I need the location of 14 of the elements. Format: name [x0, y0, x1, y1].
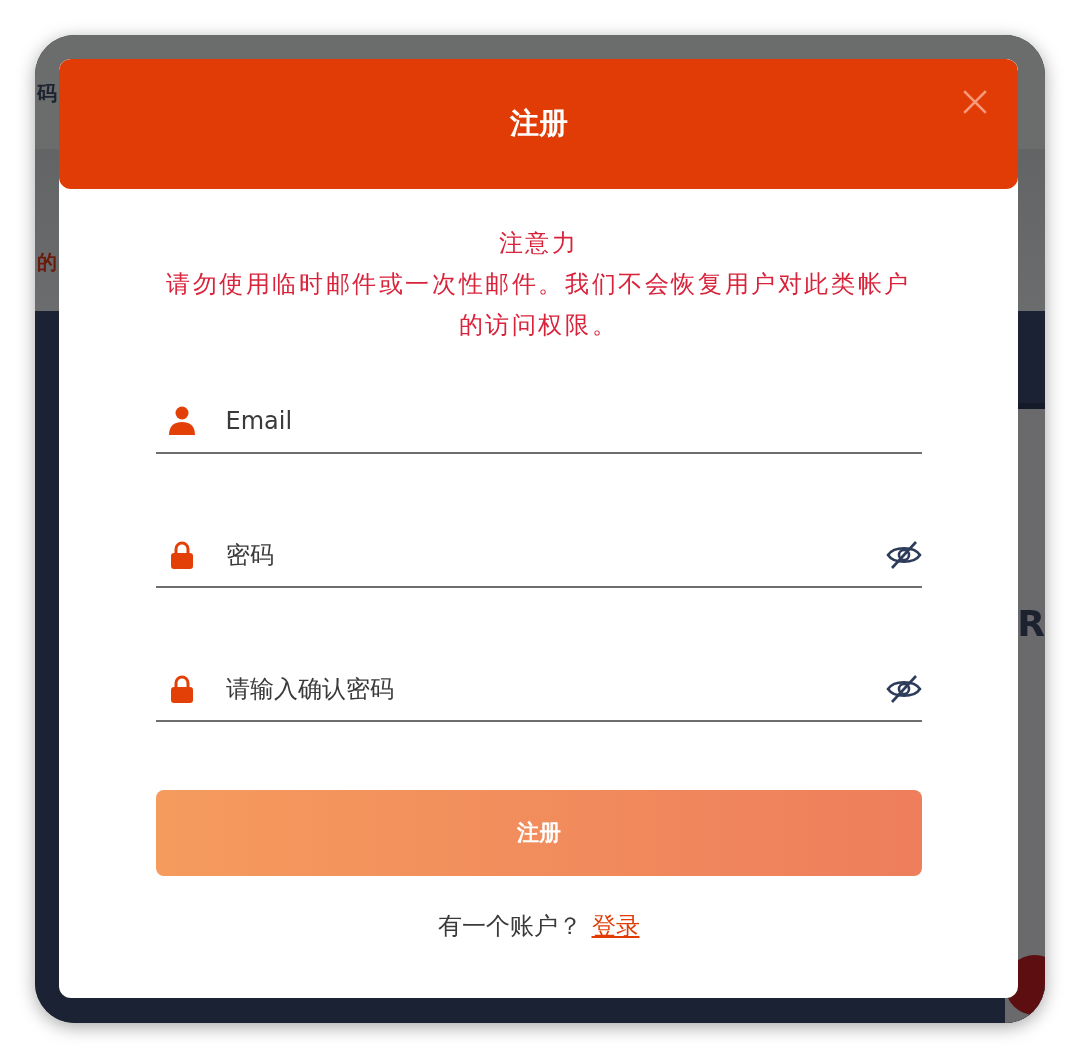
eye-slash-icon[interactable] [885, 674, 922, 704]
footer-text: 有一个账户？ [437, 911, 582, 942]
eye-slash-icon[interactable] [885, 540, 922, 570]
password-field[interactable]: 密码 [225, 541, 858, 569]
password-field[interactable]: 请输入确认密码 [225, 675, 858, 703]
header-text: 码 [37, 81, 57, 105]
email-field[interactable]: Email [225, 407, 922, 435]
section-heading: R [1017, 604, 1045, 644]
notice-message: 请勿使用临时邮件或一次性邮件。我们不会恢复用户对此类帐户的访问权限。 [165, 269, 912, 341]
dialog-title: 注册 [509, 105, 568, 142]
register-button[interactable]: 注册 [155, 790, 922, 876]
hero-subtitle: 的 [36, 248, 58, 276]
notice-title: 注意力 [498, 228, 579, 259]
login-link[interactable]: 登录 [591, 910, 640, 942]
